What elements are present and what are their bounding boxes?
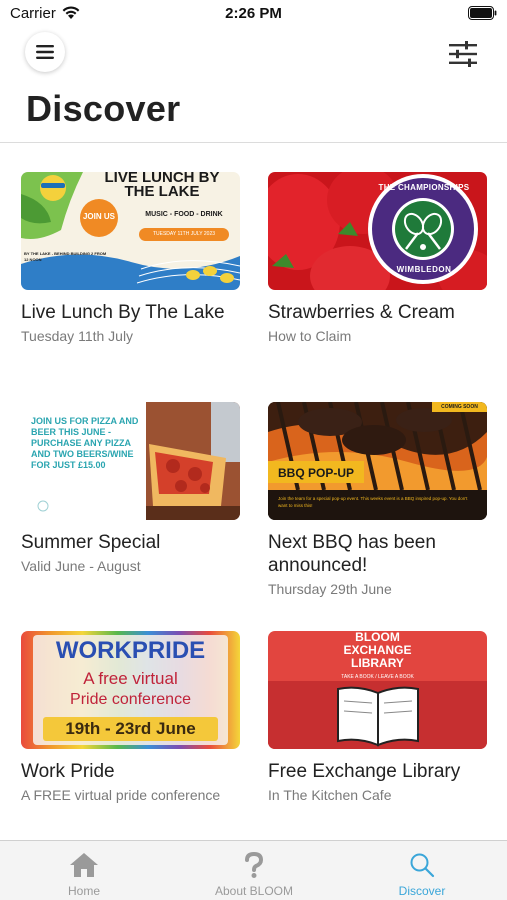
question-mark-icon — [245, 852, 264, 878]
menu-button[interactable] — [25, 32, 65, 72]
card-subtitle: In The Kitchen Cafe — [268, 787, 392, 803]
sliders-filter-icon — [449, 41, 477, 67]
card-image: BLOOM EXCHANGE LIBRARY TAKE A BOOK / LEA… — [268, 631, 487, 749]
card-subtitle: How to Claim — [268, 328, 352, 344]
status-time: 2:26 PM — [225, 5, 282, 22]
page-title: Discover — [26, 88, 181, 129]
card-subtitle: Tuesday 11th July — [21, 328, 134, 344]
live-lunch-location: BY THE LAKE - BEHIND BUILDING 2 FROM 12 … — [24, 251, 107, 262]
discover-card-summer-special[interactable]: JOIN US FOR PIZZA AND BEER THIS JUNE - P… — [21, 402, 241, 575]
card-title: Summer Special — [21, 532, 161, 553]
tab-discover[interactable]: Discover — [362, 841, 482, 900]
live-lunch-heading: LIVE LUNCH BY THE LAKE — [104, 172, 220, 200]
card-image: THE CHAMPIONSHIPS WIMBLEDON — [268, 172, 487, 290]
battery-icon — [468, 6, 497, 20]
wimbledon-text: WIMBLEDON — [396, 265, 452, 274]
card-subtitle: Valid June - August — [21, 558, 141, 574]
bbq-banner: BBQ POP-UP — [278, 466, 355, 480]
work-pride-dates: 19th - 23rd June — [43, 717, 218, 741]
discover-card-bbq[interactable]: BBQ POP-UP COMING SOON Join the team for… — [268, 402, 488, 598]
card-title: Next BBQ has been announced! — [268, 532, 436, 576]
live-lunch-badge: JOIN US — [82, 212, 115, 221]
hamburger-menu-icon — [36, 45, 54, 59]
card-title: Live Lunch By The Lake — [21, 302, 225, 323]
card-image: WORKPRIDE A free virtual Pride conferenc… — [21, 631, 240, 749]
tab-home[interactable]: Home — [24, 841, 144, 900]
card-image: JOIN US FOR PIZZA AND BEER THIS JUNE - P… — [21, 402, 240, 520]
tab-label: Discover — [398, 884, 446, 898]
summer-special-promo: JOIN US FOR PIZZA AND BEER THIS JUNE - P… — [31, 416, 139, 470]
library-heading-line3: LIBRARY — [351, 656, 404, 670]
card-image: LIVE LUNCH BY THE LAKE JOIN US MUSIC - F… — [21, 172, 240, 290]
card-title: Free Exchange Library — [268, 761, 461, 782]
live-lunch-date: TUESDAY 11TH JULY 2023 — [152, 231, 216, 237]
card-image: BBQ POP-UP COMING SOON Join the team for… — [268, 402, 487, 520]
discover-card-exchange-library[interactable]: BLOOM EXCHANGE LIBRARY TAKE A BOOK / LEA… — [268, 631, 488, 804]
bbq-caption: Join the team for a special pop-up event… — [278, 496, 468, 508]
tab-label: Home — [67, 884, 100, 898]
search-icon — [410, 853, 435, 878]
live-lunch-tagline: MUSIC - FOOD - DRINK — [145, 211, 223, 218]
work-pride-line1: A free virtual — [83, 669, 178, 688]
filter-button[interactable] — [447, 40, 479, 68]
championships-text: THE CHAMPIONSHIPS — [378, 183, 470, 192]
work-pride-line2: Pride conference — [70, 691, 191, 708]
discover-card-live-lunch[interactable]: LIVE LUNCH BY THE LAKE JOIN US MUSIC - F… — [21, 172, 241, 345]
library-tagline: TAKE A BOOK / LEAVE A BOOK — [341, 674, 414, 680]
card-title: Work Pride — [21, 761, 115, 782]
home-icon — [70, 853, 98, 877]
card-subtitle: Thursday 29th June — [268, 581, 392, 597]
status-bar: Carrier 2:26 PM — [0, 0, 507, 30]
work-pride-heading: WORKPRIDE — [55, 637, 206, 664]
header-divider — [0, 142, 507, 143]
tab-bar: Home About BLOOM Discover — [0, 840, 507, 900]
tab-label: About BLOOM — [214, 884, 294, 898]
discover-card-work-pride[interactable]: WORKPRIDE A free virtual Pride conferenc… — [21, 631, 241, 804]
bbq-corner-label: COMING SOON — [441, 404, 478, 410]
discover-card-strawberries[interactable]: THE CHAMPIONSHIPS WIMBLEDON Strawberries… — [268, 172, 488, 345]
tab-about[interactable]: About BLOOM — [194, 841, 314, 900]
card-title: Strawberries & Cream — [268, 302, 455, 323]
card-subtitle: A FREE virtual pride conference — [21, 787, 221, 803]
